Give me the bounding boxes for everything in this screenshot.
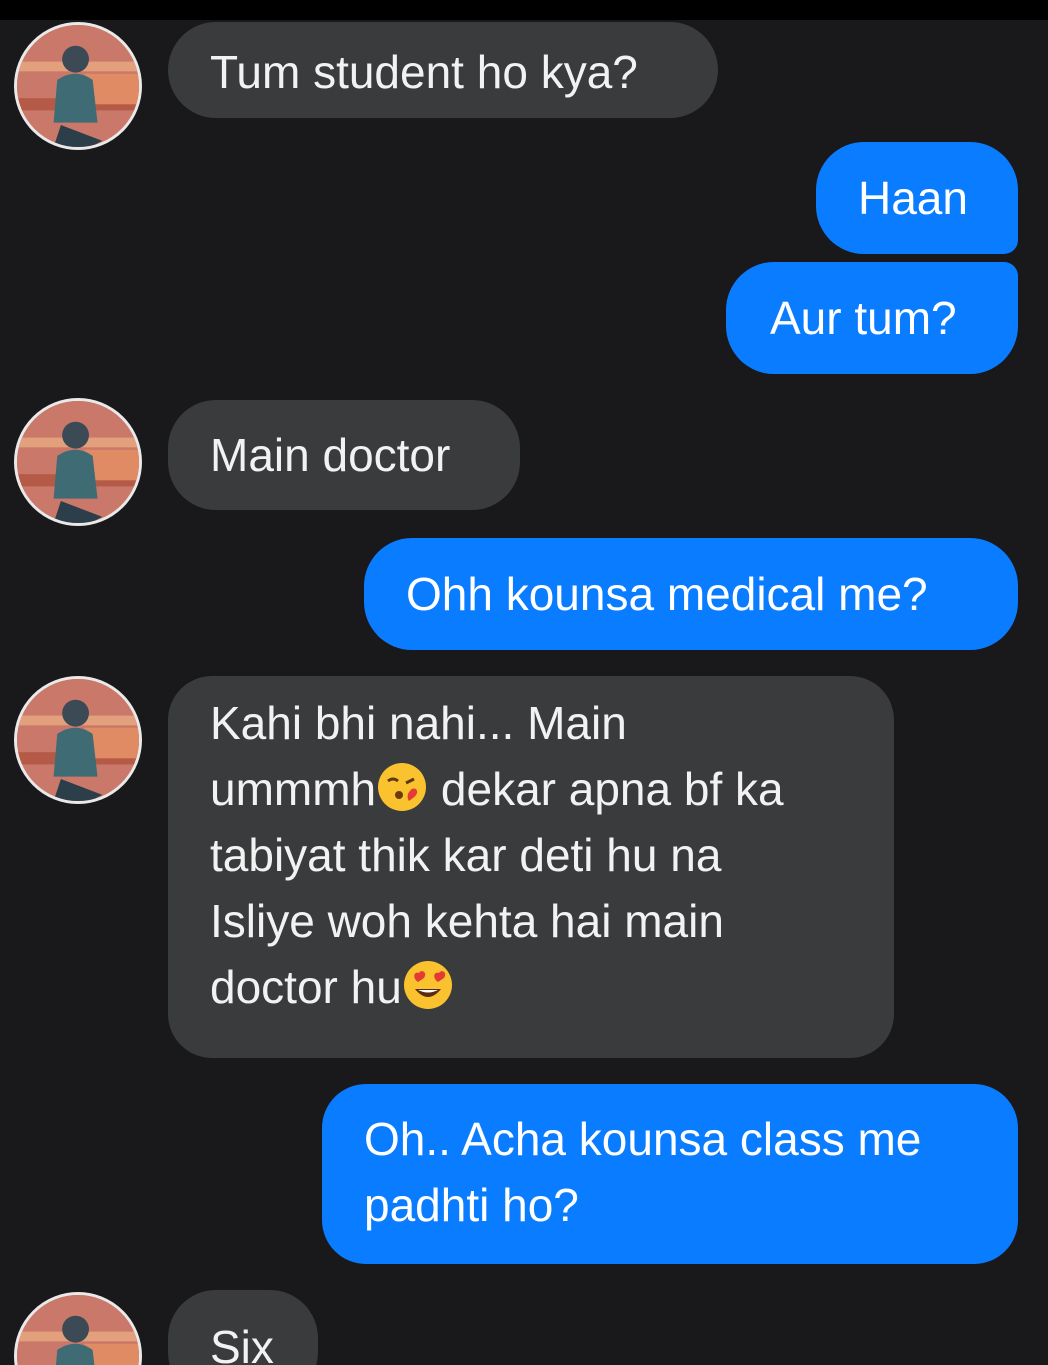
message-bubble-outgoing[interactable]: Oh.. Acha kounsa class me padhti ho? (322, 1084, 1018, 1264)
avatar-photo (17, 679, 139, 801)
contact-avatar[interactable] (14, 22, 142, 150)
message-bubble-outgoing[interactable]: Aur tum? (726, 262, 1018, 374)
message-text: Haan (858, 172, 968, 224)
message-bubble[interactable]: Six (168, 1290, 318, 1365)
message-text-fragment (428, 763, 441, 815)
message-text: Ohh kounsa medical me? (406, 568, 928, 620)
message-bubble-outgoing[interactable]: Ohh kounsa medical me? (364, 538, 1018, 650)
message-text: Six (210, 1321, 274, 1365)
message-bubble[interactable]: Tum student ho kya? (168, 22, 718, 118)
avatar-photo (17, 1295, 139, 1365)
message-text-line: Oh.. Acha kounsa class me (364, 1113, 922, 1165)
contact-avatar[interactable] (14, 398, 142, 526)
message-text-line: tabiyat thik kar deti hu na (210, 829, 722, 881)
message-text-line: Isliye woh kehta hai main (210, 895, 724, 947)
contact-avatar[interactable] (14, 1292, 142, 1365)
message-text-fragment: dekar apna bf ka (440, 763, 784, 815)
message-text-line: Kahi bhi nahi... Main (210, 697, 627, 749)
message-text-line: ummmh dekar apna bf ka (210, 756, 894, 822)
message-text-fragment: ummmh (210, 763, 377, 815)
message-text: Main doctor (210, 429, 451, 481)
smiling-face-with-heart-eyes-icon (402, 959, 454, 1011)
message-bubble[interactable]: Kahi bhi nahi... Main ummmh dekar apna b… (168, 676, 894, 1058)
avatar-photo (17, 401, 139, 523)
message-text-fragment: doctor hu (210, 961, 402, 1013)
chat-screen: Tum student ho kya? Haan Aur tum? Main d… (0, 20, 1048, 1365)
message-text-line: padhti ho? (364, 1179, 579, 1231)
avatar-photo (17, 25, 139, 147)
contact-avatar[interactable] (14, 676, 142, 804)
face-blowing-a-kiss-icon (376, 761, 428, 813)
message-text-line: doctor hu (210, 954, 894, 1020)
message-text: Tum student ho kya? (210, 46, 638, 98)
message-bubble[interactable]: Main doctor (168, 400, 520, 510)
message-bubble-outgoing[interactable]: Haan (816, 142, 1018, 254)
message-text: Aur tum? (770, 292, 957, 344)
